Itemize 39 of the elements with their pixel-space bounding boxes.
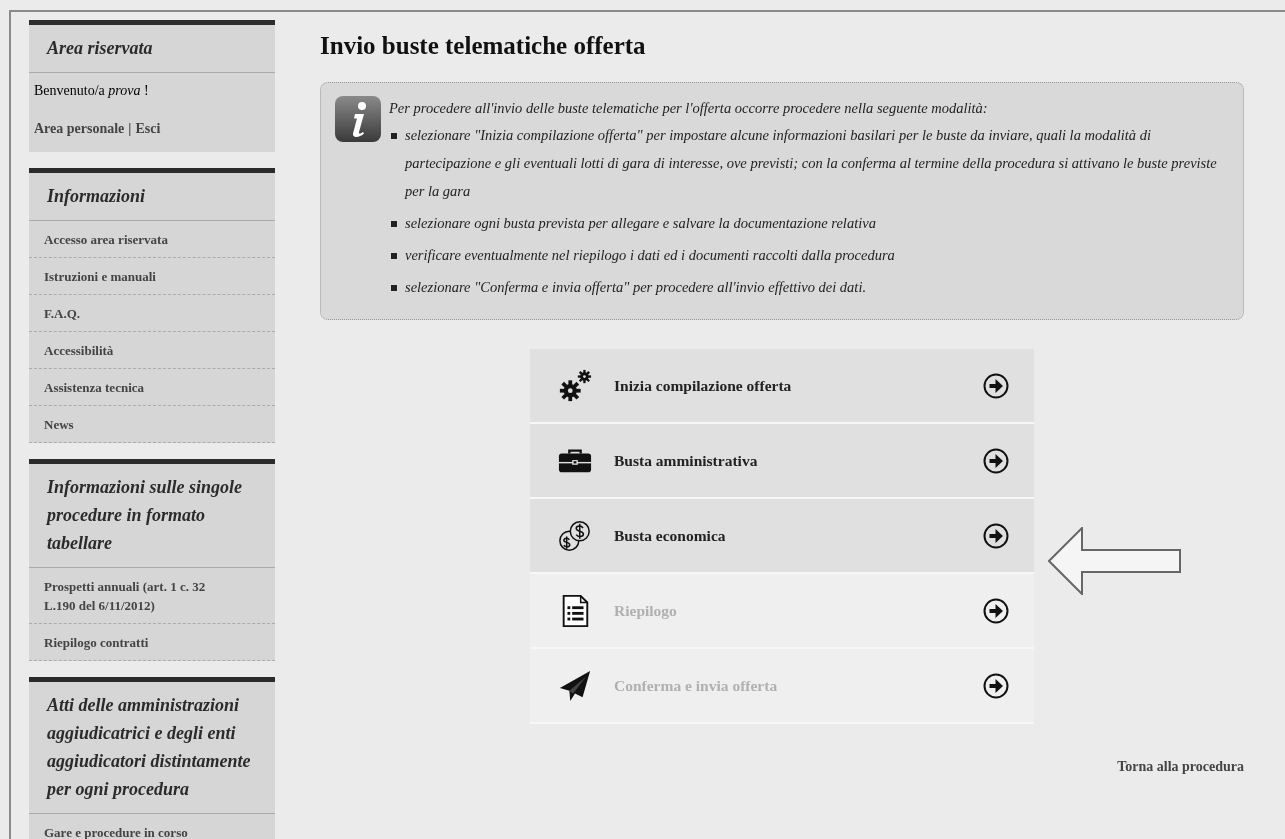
info-icon [335,96,381,142]
step-menu-item[interactable]: Busta amministrativa [530,424,1034,499]
panel-heading: Informazioni [29,173,275,221]
instruction-text: selezionare ogni busta prevista per allegare e salvare la documentazione relativa [405,214,876,233]
panel-heading: Informazioni sulle singole procedure in formato tabellare [29,464,275,568]
sidebar-link[interactable]: Prospetti annuali (art. 1 c. 32 L.190 del 6/11/2012) [29,568,275,624]
arrow-circle-icon [983,447,1009,474]
sidebar-link[interactable]: Riepilogo contratti [29,624,275,661]
info-intro: Per procedere all'invio delle buste telematiche per l'offerta occorre procedere nella seguente modalità: [389,100,989,117]
link-separator: | [128,121,132,137]
account-link[interactable]: Esci [135,121,161,137]
sidebar-link[interactable]: News [29,406,275,443]
arrow-circle-icon [983,372,1009,399]
panel-heading: Area riservata [29,25,275,73]
bullet-icon [391,285,397,291]
bullet-icon [391,253,397,259]
coins-icon [558,518,592,553]
sidebar-link[interactable]: Assistenza tecnica [29,369,275,406]
sidebar-link[interactable]: F.A.Q. [29,295,275,332]
welcome-text: Benvenuto/a prova ! [33,82,150,99]
instruction-text: selezionare "Conferma e invia offerta" per procedere all'invio effettivo dei dati. [405,278,867,297]
step-menu-item[interactable]: Busta economica [530,499,1034,574]
sidebar-link[interactable]: Accesso area riservata [29,221,275,258]
bullet-icon [391,133,397,139]
arrow-circle-icon [983,522,1009,549]
sidebar-link[interactable]: Accessibilità [29,332,275,369]
arrow-circle-icon [983,597,1009,624]
instruction-text: verificare eventualmente nel riepilogo i dati ed i documenti raccolti dalla procedura [405,246,895,265]
bullet-icon [391,221,397,227]
step-menu-item[interactable]: Inizia compilazione offerta [530,349,1034,424]
sidebar-link[interactable]: Gare e procedure in corso [29,814,275,839]
panel-heading: Atti delle amministrazioni aggiudicatrici e degli enti aggiudicatori distintamente per ogni procedura [29,682,275,814]
page-title: Invio buste telematiche offerta [320,32,647,60]
gears-icon [558,368,592,403]
arrow-circle-icon [983,672,1009,699]
back-link[interactable]: Torna alla procedura [1117,759,1244,775]
sidebar-link[interactable]: Istruzioni e manuali [29,258,275,295]
paper-plane-icon [558,668,592,703]
account-link[interactable]: Area personale [34,121,125,137]
